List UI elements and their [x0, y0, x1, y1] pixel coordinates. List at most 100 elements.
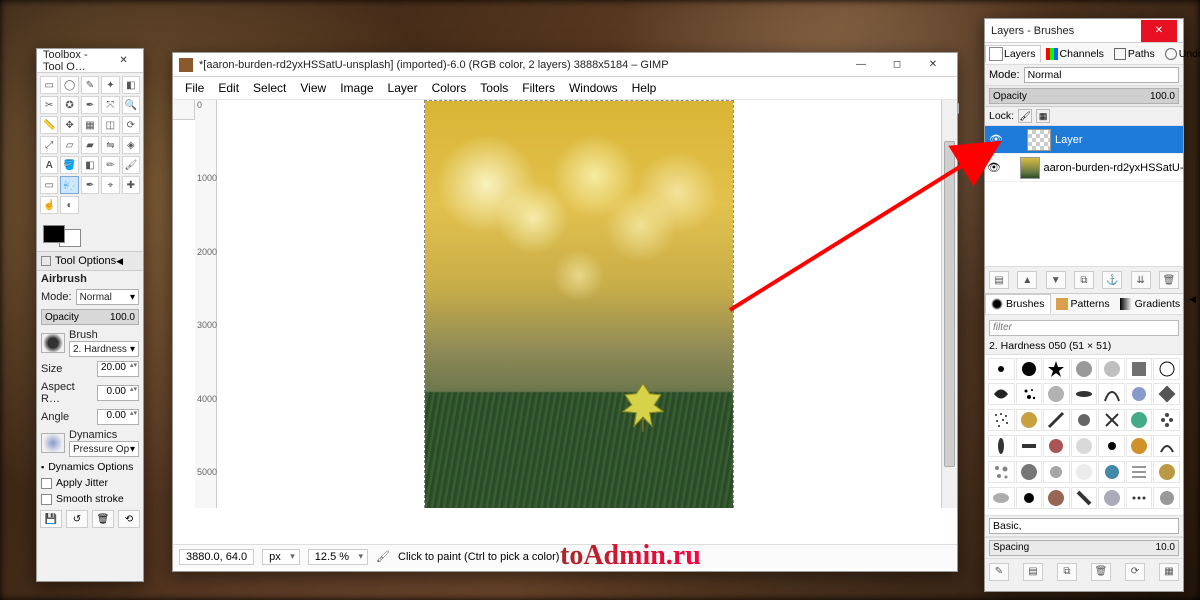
- tool-paintbrush[interactable]: 🖌: [122, 156, 140, 174]
- tool-free-select[interactable]: ✎: [81, 76, 99, 94]
- layer-opacity-slider[interactable]: Opacity100.0: [989, 88, 1179, 104]
- spacing-slider[interactable]: Spacing10.0: [989, 540, 1179, 556]
- brush-preset[interactable]: [988, 487, 1015, 509]
- tool-ellipse-select[interactable]: ◯: [60, 76, 78, 94]
- toolbox-titlebar[interactable]: Toolbox - Tool O… ✕: [37, 49, 143, 73]
- brush-preset[interactable]: [1153, 461, 1180, 483]
- brush-preset[interactable]: [1098, 409, 1125, 431]
- tool-blend[interactable]: ◧: [81, 156, 99, 174]
- visibility-toggle[interactable]: 👁: [985, 161, 1003, 174]
- zoom-select[interactable]: 12.5 %: [308, 549, 368, 565]
- new-brush-button[interactable]: ▤: [1023, 563, 1043, 581]
- tool-foreground[interactable]: ✪: [60, 96, 78, 114]
- tab-paths[interactable]: Paths: [1109, 45, 1160, 63]
- menu-layer[interactable]: Layer: [382, 79, 424, 97]
- tool-rect-select[interactable]: ▭: [40, 76, 58, 94]
- brush-preset[interactable]: [1126, 358, 1153, 380]
- layer-row[interactable]: 👁 Layer: [985, 126, 1183, 154]
- brush-select[interactable]: 2. Hardness▾: [69, 341, 139, 357]
- tool-clone[interactable]: ⌖: [101, 176, 119, 194]
- brush-preset[interactable]: [1016, 435, 1043, 457]
- brush-preset[interactable]: [1126, 383, 1153, 405]
- save-options-button[interactable]: 💾: [40, 510, 62, 528]
- brush-preset[interactable]: [1098, 435, 1125, 457]
- layer-row[interactable]: 👁 aaron-burden-rd2yxHSSatU-unspla: [985, 154, 1183, 182]
- tool-crop[interactable]: ◫: [101, 116, 119, 134]
- brush-preset[interactable]: [1153, 435, 1180, 457]
- dynamics-select[interactable]: Pressure Op▾: [69, 441, 139, 457]
- apply-jitter-checkbox[interactable]: Apply Jitter: [37, 475, 143, 491]
- new-layer-button[interactable]: ▤: [989, 271, 1009, 289]
- tab-gradients[interactable]: Gradients: [1115, 294, 1186, 314]
- visibility-toggle[interactable]: 👁: [985, 133, 1007, 146]
- tool-smudge[interactable]: ☝: [40, 196, 58, 214]
- brush-preset[interactable]: [1071, 435, 1098, 457]
- layer-name[interactable]: aaron-burden-rd2yxHSSatU-unspla: [1044, 162, 1183, 174]
- tool-shear[interactable]: ▱: [60, 136, 78, 154]
- brush-preset[interactable]: [1043, 435, 1070, 457]
- brush-preset[interactable]: [1016, 461, 1043, 483]
- foreground-color[interactable]: [43, 225, 65, 243]
- delete-options-button[interactable]: 🗑: [92, 510, 114, 528]
- brush-preset[interactable]: [1098, 383, 1125, 405]
- open-as-image-button[interactable]: ▦: [1159, 563, 1179, 581]
- restore-options-button[interactable]: ↺: [66, 510, 88, 528]
- brush-preset[interactable]: [1043, 358, 1070, 380]
- brush-preset[interactable]: [1043, 383, 1070, 405]
- dynamics-options-expander[interactable]: ▪Dynamics Options: [37, 459, 143, 475]
- tool-rotate[interactable]: ⟳: [122, 116, 140, 134]
- tab-menu-icon[interactable]: ◀: [1185, 294, 1200, 314]
- menu-select[interactable]: Select: [247, 79, 292, 97]
- brush-preset[interactable]: [988, 461, 1015, 483]
- menu-filters[interactable]: Filters: [516, 79, 561, 97]
- brush-preset[interactable]: [988, 358, 1015, 380]
- tab-patterns[interactable]: Patterns: [1051, 294, 1115, 314]
- delete-brush-button[interactable]: 🗑: [1091, 563, 1111, 581]
- tool-color-picker[interactable]: ⤧: [101, 96, 119, 114]
- tool-bucket[interactable]: 🪣: [60, 156, 78, 174]
- tool-align[interactable]: ▦: [81, 116, 99, 134]
- brush-preset[interactable]: [1153, 409, 1180, 431]
- angle-input[interactable]: 0.00: [97, 409, 139, 425]
- mode-select[interactable]: Normal▾: [76, 289, 139, 305]
- menu-help[interactable]: Help: [626, 79, 663, 97]
- menu-edit[interactable]: Edit: [212, 79, 245, 97]
- canvas[interactable]: [217, 100, 941, 508]
- tool-fuzzy-select[interactable]: ✦: [101, 76, 119, 94]
- menu-colors[interactable]: Colors: [426, 79, 473, 97]
- anchor-layer-button[interactable]: ⚓: [1102, 271, 1122, 289]
- tool-text[interactable]: A: [40, 156, 58, 174]
- refresh-brush-button[interactable]: ⟳: [1125, 563, 1145, 581]
- raise-layer-button[interactable]: ▲: [1017, 271, 1037, 289]
- image-content[interactable]: [424, 100, 734, 508]
- scrollbar-vertical[interactable]: [941, 100, 957, 508]
- smooth-stroke-checkbox[interactable]: Smooth stroke: [37, 491, 143, 507]
- brush-preset[interactable]: [1071, 358, 1098, 380]
- reset-options-button[interactable]: ⟲: [118, 510, 140, 528]
- tool-scale[interactable]: ⤢: [40, 136, 58, 154]
- minimize-icon[interactable]: —: [843, 54, 879, 76]
- tool-cage[interactable]: ◈: [122, 136, 140, 154]
- brush-preset[interactable]: [1043, 461, 1070, 483]
- brush-preset[interactable]: [988, 435, 1015, 457]
- tool-heal[interactable]: ✚: [122, 176, 140, 194]
- menu-image[interactable]: Image: [334, 79, 379, 97]
- brush-preset[interactable]: [988, 383, 1015, 405]
- brush-filter-input[interactable]: [989, 320, 1179, 336]
- brush-preset[interactable]: [1043, 487, 1070, 509]
- brush-preset[interactable]: [1098, 461, 1125, 483]
- tool-airbrush[interactable]: 💨: [60, 176, 78, 194]
- tab-layers[interactable]: Layers: [985, 45, 1041, 63]
- delete-layer-button[interactable]: 🗑: [1159, 271, 1179, 289]
- menu-file[interactable]: File: [179, 79, 210, 97]
- tool-perspective[interactable]: ▰: [81, 136, 99, 154]
- tab-brushes[interactable]: Brushes: [985, 294, 1051, 314]
- brush-preset[interactable]: [1126, 435, 1153, 457]
- close-icon[interactable]: ✕: [915, 54, 951, 76]
- close-icon[interactable]: ✕: [1141, 20, 1177, 42]
- merge-layer-button[interactable]: ⇊: [1131, 271, 1151, 289]
- brush-preset-select[interactable]: Basic,: [989, 518, 1179, 534]
- layer-name[interactable]: Layer: [1055, 134, 1083, 146]
- brush-preset[interactable]: [1126, 487, 1153, 509]
- brush-preset[interactable]: [988, 409, 1015, 431]
